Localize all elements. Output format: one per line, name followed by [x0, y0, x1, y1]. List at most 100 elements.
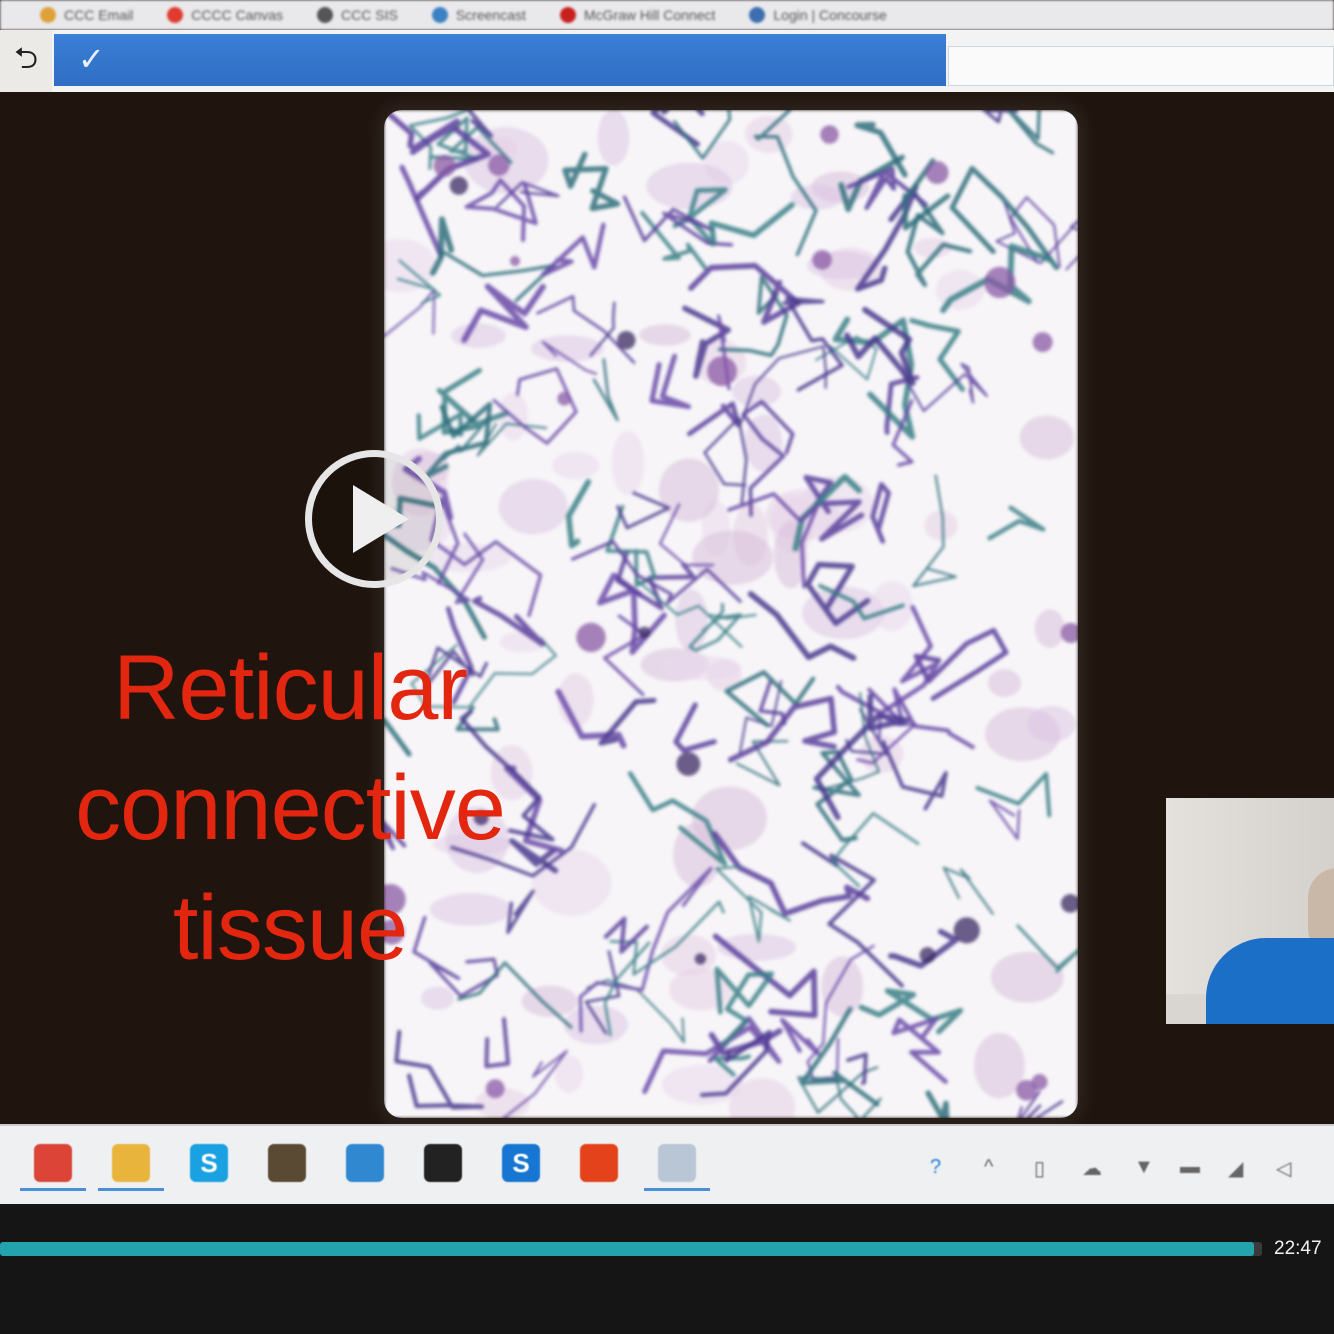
- cell-nucleus: [557, 391, 572, 406]
- bookmark-label: CCC SIS: [341, 7, 398, 23]
- play-button[interactable]: [305, 450, 443, 588]
- stained-region: [597, 110, 630, 166]
- stained-region: [551, 451, 600, 480]
- stained-region: [611, 430, 645, 496]
- stained-region: [732, 375, 781, 407]
- bookmark-item[interactable]: CCCC Canvas: [167, 7, 283, 23]
- wifi-icon[interactable]: ◢: [1228, 1156, 1243, 1181]
- cell-nucleus: [576, 622, 606, 653]
- stained-region: [821, 956, 864, 1017]
- bookmark-label: CCC Email: [64, 7, 134, 23]
- header-bar: ✓: [54, 34, 946, 86]
- file-explorer-icon[interactable]: [112, 1144, 150, 1182]
- pen-icon[interactable]: ▼: [1134, 1156, 1154, 1179]
- mail-icon[interactable]: [346, 1144, 384, 1182]
- cell-nucleus: [984, 266, 1016, 299]
- video-player-controls: 22:47: [0, 1204, 1334, 1334]
- bookmark-item[interactable]: CCC SIS: [317, 7, 398, 23]
- bookmark-icon: [167, 7, 184, 23]
- bookmark-icon: [559, 7, 576, 23]
- slide-caption: Reticular connective tissue: [30, 628, 550, 988]
- bookmark-label: Login | Concourse: [773, 7, 887, 23]
- stained-region: [425, 543, 511, 573]
- cell-nucleus: [919, 947, 936, 964]
- play-icon: [353, 485, 409, 553]
- bookmark-item[interactable]: Login | Concourse: [749, 7, 887, 23]
- stained-region: [646, 162, 733, 210]
- cell-nucleus: [707, 356, 737, 387]
- bookmark-icon: [431, 7, 448, 23]
- stained-region: [990, 951, 1064, 1003]
- screencast-icon[interactable]: S: [502, 1144, 540, 1182]
- caption-line: tissue: [172, 877, 408, 979]
- stained-region: [1019, 415, 1075, 460]
- stained-region: [1034, 609, 1065, 648]
- active-app-indicator: [20, 1188, 86, 1191]
- stained-region: [659, 655, 742, 681]
- stained-region: [745, 115, 793, 153]
- cell-nucleus: [488, 154, 510, 176]
- progress-bar[interactable]: [0, 1242, 1262, 1256]
- stained-region: [421, 986, 455, 1010]
- bookmark-label: McGraw Hill Connect: [583, 7, 716, 23]
- cell-nucleus: [812, 249, 832, 270]
- recorder-icon[interactable]: [658, 1144, 696, 1182]
- stained-region: [450, 323, 506, 348]
- volume-icon[interactable]: ◁: [1276, 1156, 1291, 1181]
- stained-region: [1027, 706, 1076, 743]
- stained-region: [935, 269, 985, 310]
- stained-region: [639, 324, 691, 346]
- cell-nucleus: [1032, 332, 1053, 353]
- bookmark-item[interactable]: McGraw Hill Connect: [559, 7, 716, 23]
- stained-region: [563, 1005, 628, 1045]
- cell-nucleus: [925, 161, 949, 185]
- cell-nucleus: [1016, 1079, 1037, 1101]
- skype-icon[interactable]: S: [190, 1144, 228, 1182]
- bookmark-label: Screencast: [455, 7, 526, 23]
- cell-nucleus: [509, 255, 521, 267]
- elapsed-time: 22:47: [1274, 1238, 1322, 1259]
- chrome-icon[interactable]: [34, 1144, 72, 1182]
- caption-line: connective: [75, 757, 506, 859]
- stained-region: [790, 184, 844, 210]
- stained-region: [987, 669, 1022, 697]
- stained-region: [658, 458, 720, 522]
- cell-nucleus: [617, 330, 636, 350]
- chevron-up-icon[interactable]: ^: [984, 1156, 993, 1179]
- webcam-overlay: [1166, 798, 1334, 1024]
- stained-region: [692, 530, 774, 585]
- cell-nucleus: [676, 752, 701, 776]
- cell-nucleus: [485, 1079, 505, 1099]
- stained-region: [675, 589, 708, 652]
- help-icon[interactable]: ?: [930, 1156, 941, 1179]
- bookmark-item[interactable]: Screencast: [431, 7, 526, 23]
- bookmark-item[interactable]: CCC Email: [40, 7, 133, 23]
- caption-line: Reticular: [112, 637, 468, 739]
- cell-nucleus: [449, 176, 468, 195]
- bookmark-icon: [749, 7, 766, 23]
- bookmarks-bar: CCC Email CCCC Canvas CCC SIS Screencast McG…: [0, 0, 1334, 30]
- lock-store-icon[interactable]: [268, 1144, 306, 1182]
- office-icon[interactable]: [580, 1144, 618, 1182]
- dropbox-icon[interactable]: [424, 1144, 462, 1182]
- search-input[interactable]: [948, 46, 1334, 86]
- check-icon[interactable]: ✓: [78, 40, 105, 78]
- cloud-icon[interactable]: ☁: [1082, 1156, 1102, 1181]
- active-app-indicator: [644, 1188, 710, 1191]
- video-stage[interactable]: Reticular connective tissue: [0, 92, 1334, 1124]
- stained-region: [871, 580, 914, 632]
- active-app-indicator: [98, 1188, 164, 1191]
- battery-icon[interactable]: ▬: [1180, 1156, 1200, 1179]
- bookmark-icon: [40, 7, 56, 23]
- bookmark-label: CCCC Canvas: [191, 7, 284, 23]
- progress-fill: [0, 1242, 1255, 1256]
- usb-icon[interactable]: ▯: [1034, 1156, 1045, 1181]
- cell-nucleus: [694, 953, 707, 965]
- stained-region: [498, 479, 568, 535]
- app-header: ⮌ ✓: [0, 30, 1334, 92]
- bookmark-icon: [317, 7, 334, 23]
- cell-nucleus: [433, 154, 456, 177]
- cell-nucleus: [820, 125, 839, 144]
- windows-taskbar: ? ^ ▯ ☁ ▼ ▬ ◢ ◁ S S: [0, 1124, 1334, 1206]
- back-arrow-icon[interactable]: ⮌: [0, 30, 52, 92]
